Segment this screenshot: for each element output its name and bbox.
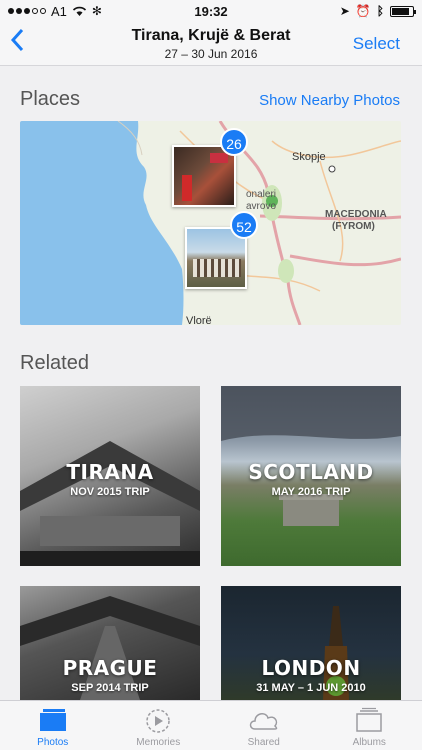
map-label-skopje: Skopje [292,151,326,163]
memory-subtitle: NOV 2015 TRIP [70,486,150,498]
photos-icon [39,709,66,731]
alarm-icon: ⏰ [355,4,371,18]
status-bar: A1 ✻ 19:32 ➤ ⏰ ᛒ [0,0,422,22]
status-left: A1 ✻ [8,4,102,19]
related-heading: Related [20,352,89,374]
map-label-macedonia: MACEDONIA [325,209,387,220]
tab-label: Albums [352,737,386,748]
tab-shared[interactable]: Shared [211,701,317,750]
status-time: 19:32 [194,3,228,19]
memory-tile[interactable]: PRAGUE SEP 2014 TRIP [20,586,200,700]
cloud-icon [249,713,278,730]
tab-photos[interactable]: Photos [0,701,106,750]
places-heading: Places [20,88,81,110]
map-label-vlore: Vlorë [186,315,212,325]
photo-count-badge[interactable]: 52 [230,211,258,239]
photo-count-badge[interactable]: 26 [220,128,248,156]
map-label-park-1: onaleri [246,189,277,200]
memory-title: PRAGUE [62,656,158,680]
memory-title: LONDON [261,656,361,680]
location-arrow-icon: ➤ [339,4,350,18]
activity-spinner-icon: ✻ [91,4,102,18]
status-right: ➤ ⏰ ᛒ [339,4,416,18]
select-button[interactable]: Select [353,34,400,54]
map-label-park-2: avrovo [246,201,277,212]
tab-label: Shared [247,737,280,748]
bluetooth-icon: ᛒ [376,4,384,18]
navigation-bar: Tirana, Krujë & Berat 27 – 30 Jun 2016 S… [0,22,422,66]
places-map[interactable]: Skopje MACEDONIA (FYROM) Vlorë onaleri a… [20,121,401,325]
memory-tile[interactable]: LONDON 31 MAY – 1 JUN 2010 [221,586,401,700]
wifi-icon [72,6,86,16]
tab-albums[interactable]: Albums [317,701,422,750]
memory-subtitle: 31 MAY – 1 JUN 2010 [256,682,366,694]
memory-title: SCOTLAND [248,460,374,484]
map-label-fyrom: (FYROM) [332,221,375,232]
memory-tile[interactable]: SCOTLAND MAY 2016 TRIP [221,386,401,566]
carrier-label: A1 [51,3,67,19]
tab-label: Photos [37,737,69,748]
tab-memories[interactable]: Memories [106,701,212,750]
memories-icon [146,709,170,733]
memory-subtitle: SEP 2014 TRIP [71,682,149,694]
albums-icon [356,707,382,732]
signal-icon [8,8,46,14]
memory-subtitle: MAY 2016 TRIP [271,486,351,498]
tab-label: Memories [136,737,181,748]
show-nearby-photos-link[interactable]: Show Nearby Photos [259,92,400,109]
tab-bar: Photos Memories Shared Albums [0,700,422,750]
memory-tile[interactable]: TIRANA NOV 2015 TRIP [20,386,200,566]
battery-icon [390,5,416,17]
memory-title: TIRANA [66,460,154,484]
